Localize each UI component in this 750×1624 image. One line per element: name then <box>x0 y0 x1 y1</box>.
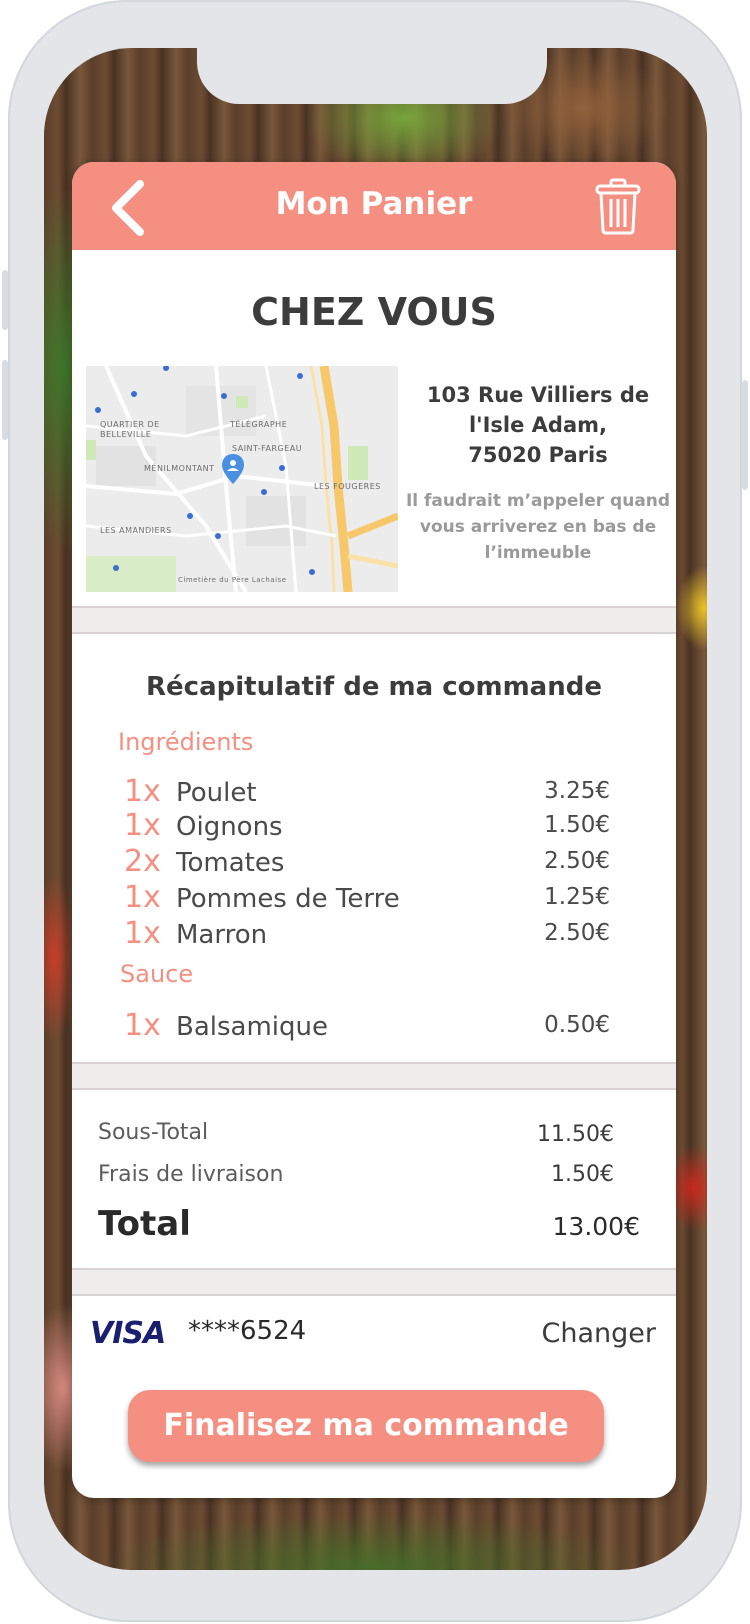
map-label: TÉLÉGRAPHE <box>230 420 288 429</box>
item-quantity: 1x <box>124 808 161 843</box>
address-line: 75020 Paris <box>468 443 608 467</box>
address-line: 103 Rue Villiers de <box>426 383 650 407</box>
item-price: 2.50€ <box>544 920 610 946</box>
change-payment-button[interactable]: Changer <box>542 1318 656 1349</box>
order-item-row: 1x Oignons 1.50€ <box>72 808 676 844</box>
item-name: Oignons <box>176 812 283 842</box>
map-label: LES FOUGERES <box>314 482 381 491</box>
phone-notch <box>197 48 547 104</box>
item-price: 2.50€ <box>544 848 610 874</box>
location-pin-icon <box>222 454 244 484</box>
order-item-row: 1x Marron 2.50€ <box>72 916 676 952</box>
map-label: QUARTIER DE BELLEVILLE <box>100 420 160 439</box>
delivery-fee-label: Frais de livraison <box>98 1162 284 1187</box>
cart-card: Mon Panier CHEZ VOUS QUARTIER DE BELLEVI… <box>72 162 676 1498</box>
item-name: Pommes de Terre <box>176 884 400 914</box>
phone-side-button <box>2 270 8 330</box>
delivery-title: CHEZ VOUS <box>251 290 497 334</box>
subtotal-value: 11.50€ <box>537 1122 614 1147</box>
item-quantity: 1x <box>124 916 161 951</box>
item-price: 1.25€ <box>544 884 610 910</box>
item-quantity: 1x <box>124 880 161 915</box>
subtotal-label: Sous-Total <box>98 1120 209 1145</box>
section-divider <box>72 1062 676 1090</box>
order-item-row: 1x Balsamique 0.50€ <box>72 1008 676 1044</box>
map-label: Cimetière du Père Lachaise <box>178 576 287 584</box>
order-item-row: 2x Tomates 2.50€ <box>72 844 676 880</box>
item-quantity: 1x <box>124 1008 161 1043</box>
section-divider <box>72 606 676 634</box>
trash-icon <box>595 178 641 235</box>
visa-logo: VISA <box>90 1316 166 1351</box>
order-item-row: 1x Pommes de Terre 1.25€ <box>72 880 676 916</box>
phone-side-button <box>2 360 8 440</box>
delivery-fee-value: 1.50€ <box>551 1162 614 1187</box>
delete-cart-button[interactable] <box>594 178 642 236</box>
map-label: LES AMANDIERS <box>100 526 172 535</box>
delivery-note: Il faudrait m’appeler quand vous arriver… <box>405 491 671 563</box>
category-sauce: Sauce <box>120 960 194 988</box>
item-name: Balsamique <box>176 1012 329 1042</box>
address-line: l'Isle Adam, <box>468 413 607 437</box>
recap-title: Récapitulatif de ma commande <box>146 672 602 702</box>
total-value: 13.00€ <box>552 1212 640 1241</box>
total-label: Total <box>98 1204 191 1244</box>
page-title: Mon Panier <box>275 186 473 222</box>
delivery-map[interactable]: QUARTIER DE BELLEVILLE TÉLÉGRAPHE SAINT-… <box>86 366 398 592</box>
map-label: MÉNILMONTANT <box>144 464 215 473</box>
item-price: 3.25€ <box>544 778 610 804</box>
item-price: 1.50€ <box>544 812 610 838</box>
delivery-address: 103 Rue Villiers de l'Isle Adam, 75020 P… <box>400 380 676 470</box>
item-quantity: 2x <box>124 844 161 879</box>
item-name: Tomates <box>176 848 285 878</box>
item-quantity: 1x <box>124 774 161 809</box>
checkout-button[interactable]: Finalisez ma commande <box>128 1390 604 1462</box>
item-price: 0.50€ <box>544 1012 610 1038</box>
header-bar: Mon Panier <box>72 162 676 250</box>
phone-side-button <box>742 380 748 490</box>
item-name: Poulet <box>176 778 257 808</box>
order-item-row: 1x Poulet 3.25€ <box>72 774 676 810</box>
category-ingredients: Ingrédients <box>118 728 254 756</box>
item-name: Marron <box>176 920 268 950</box>
card-number: ****6524 <box>188 1316 307 1346</box>
section-divider <box>72 1268 676 1296</box>
map-label: SAINT-FARGEAU <box>232 444 303 453</box>
